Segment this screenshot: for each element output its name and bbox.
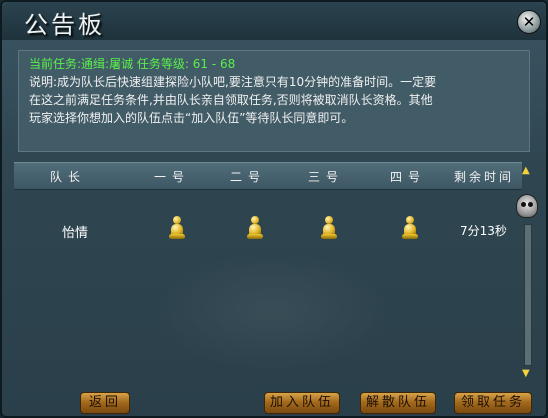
scroll-track[interactable] [524,224,532,366]
description-line: 玩家选择你想加入的队伍点击“加入队伍”等待队长同意即可。 [29,111,354,125]
title-bar[interactable]: 公告板 ✕ [2,2,546,40]
pawn-icon [169,216,185,240]
background-emblem [152,252,392,372]
join-team-button[interactable]: 加入队伍 [264,392,340,414]
bulletin-board-window: 公告板 ✕ 当前任务:通缉:屠诚 任务等级: 61 - 68 说明:成为队长后快… [0,0,548,418]
scrollbar[interactable]: ▲ ▼ [520,162,534,384]
column-header-slot-4: 四号 [390,170,427,184]
description-line: 说明:成为队长后快速组建探险小队吧,要注意只有10分钟的准备时间。一定要 [29,75,437,89]
column-header-slot-3: 三号 [308,170,345,184]
task-info-panel: 当前任务:通缉:屠诚 任务等级: 61 - 68 说明:成为队长后快速组建探险小… [18,50,530,152]
arrow-down-icon[interactable]: ▼ [522,368,530,379]
back-button[interactable]: 返回 [80,392,130,414]
task-line: 当前任务:通缉:屠诚 任务等级: 61 - 68 [29,55,519,73]
close-icon[interactable]: ✕ [517,10,541,34]
pawn-icon [247,216,263,240]
task-name: 通缉:屠诚 [81,57,134,71]
table-row[interactable]: 怡情 7分13秒 [14,202,522,250]
task-label: 当前任务: [29,57,82,71]
pawn-icon [402,216,418,240]
description-line: 在这之前满足任务条件,并由队长亲自领取任务,否则将被取消队长资格。其他 [29,93,433,107]
level-range: 61 - 68 [192,57,236,71]
remaining-time: 7分13秒 [460,224,507,238]
accept-task-button[interactable]: 领取任务 [454,392,532,414]
column-header-slot-1: 一号 [154,170,191,184]
team-table-header: 队长 一号 二号 三号 四号 剩余时间 [14,162,522,190]
window-title: 公告板 [24,11,105,39]
column-header-remaining-time: 剩余时间 [454,170,515,184]
level-label: 任务等级: [136,57,189,71]
team-leader-name: 怡情 [62,226,89,241]
column-header-slot-2: 二号 [230,170,267,184]
column-header-leader: 队长 [50,170,87,184]
disband-team-button[interactable]: 解散队伍 [360,392,436,414]
arrow-up-icon[interactable]: ▲ [522,165,530,176]
pawn-icon [321,216,337,240]
